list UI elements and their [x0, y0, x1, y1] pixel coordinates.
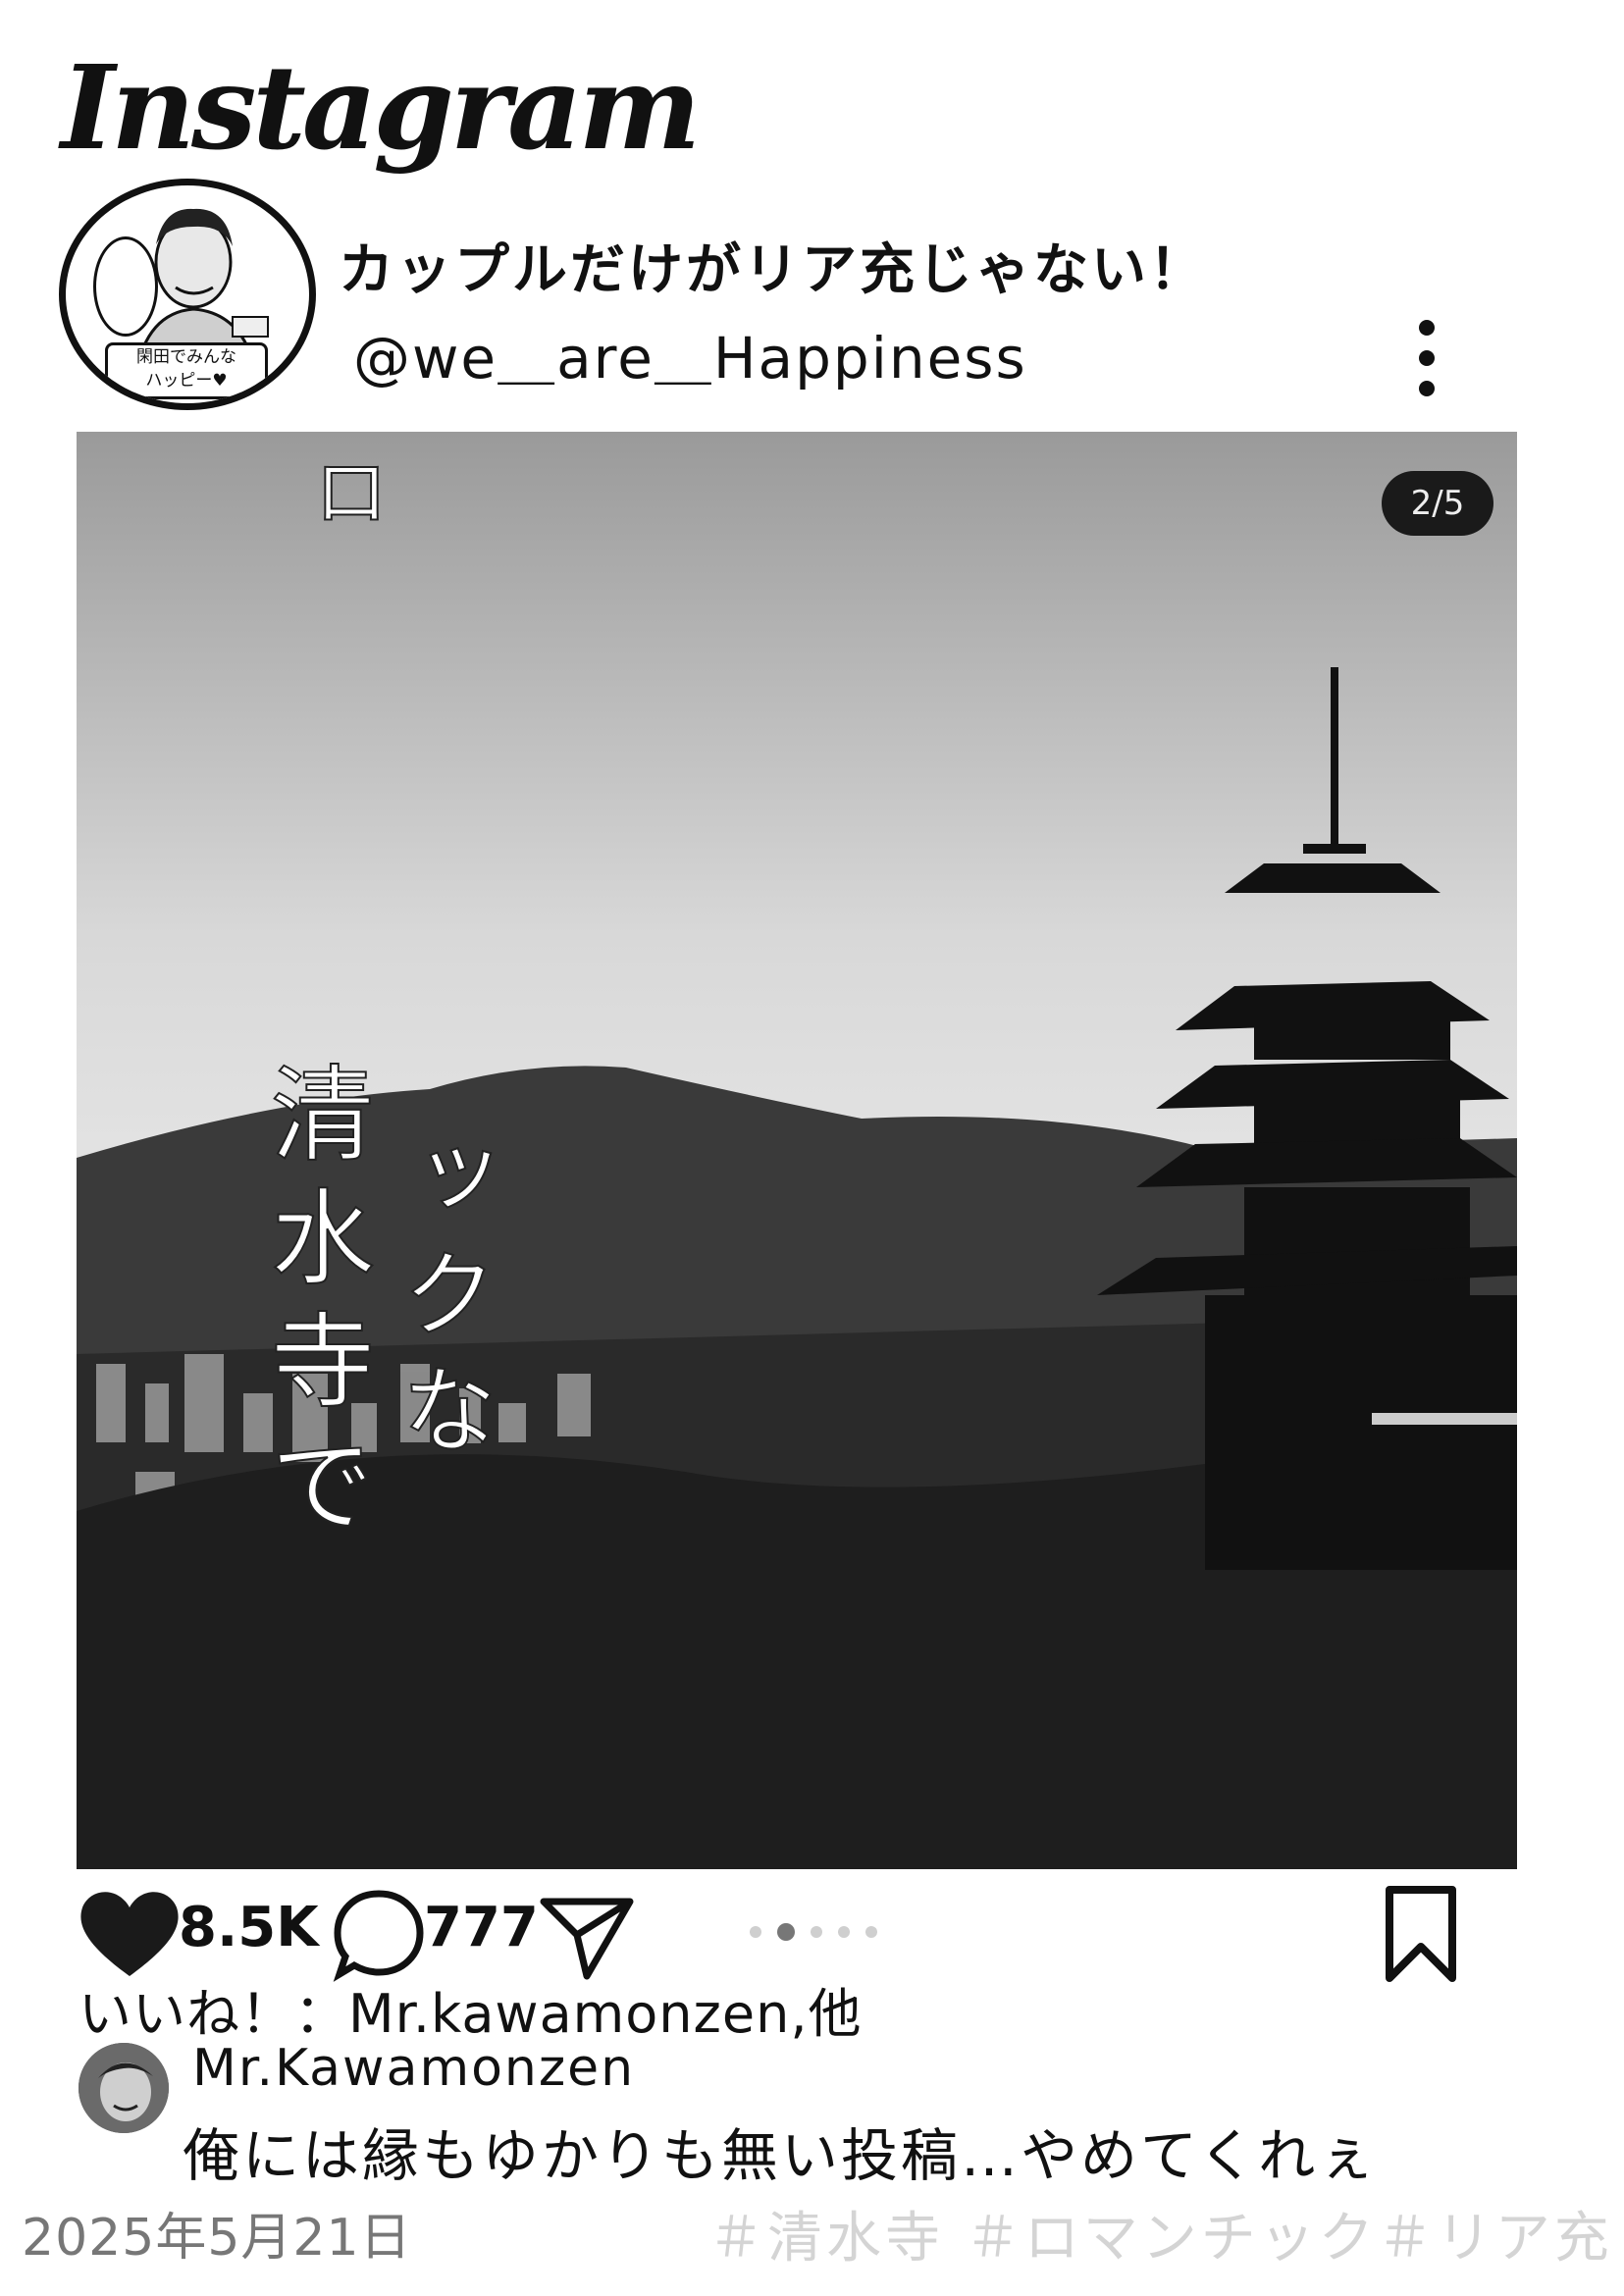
comments-count[interactable]: 777 [424, 1896, 539, 1959]
carousel-dot [777, 1923, 795, 1941]
carousel-indicator [750, 1923, 877, 1941]
heart-icon[interactable] [77, 1886, 183, 1980]
image-counter: 2/5 [1382, 471, 1493, 536]
carousel-dot [811, 1926, 822, 1938]
bookmark-icon[interactable] [1382, 1884, 1460, 1984]
carousel-dot [838, 1926, 850, 1938]
avatar-speech-bubble [93, 236, 158, 337]
more-dot [1419, 320, 1435, 336]
overlay-text-col-a: ックな [384, 1127, 498, 1477]
instagram-logo: Instagram [61, 39, 701, 176]
overlay-text-col-c: ロ [298, 450, 392, 550]
overlay-text-col-b: 清水寺で [252, 1059, 375, 1555]
carousel-dot [865, 1926, 877, 1938]
commenter-face-icon [79, 2043, 169, 2133]
profile-title: カップルだけがリア充じゃない！ [339, 238, 1207, 302]
post-image[interactable]: 2/5 ロ ックな 清水寺で [77, 432, 1517, 1869]
post-date: 2025年5月21日 [22, 2209, 412, 2268]
more-dot [1419, 350, 1435, 366]
hashtags[interactable]: ＃清水寺 ＃ロマンチック＃リア充 [708, 2194, 1613, 2273]
more-dot [1419, 381, 1435, 396]
temple-railing [1372, 1413, 1517, 1425]
commenter-avatar[interactable] [79, 2043, 169, 2133]
profile-avatar[interactable]: 閑田でみんな ハッピー♥ [59, 179, 316, 410]
avatar-banner-line2: ハッピー♥ [145, 371, 228, 391]
more-vertical-icon[interactable] [1417, 320, 1437, 396]
carousel-dot [750, 1926, 761, 1938]
avatar-banner-line1: 閑田でみんな [136, 347, 236, 367]
comment-text: 俺には縁もゆかりも無い投稿…やめてくれぇ [183, 2122, 1379, 2189]
liked-by-line[interactable]: いいね！：Mr.kawamonzen,他 [79, 1970, 863, 2048]
profile-handle[interactable]: @we＿are＿Happiness [353, 312, 1027, 394]
likes-count[interactable]: 8.5K [179, 1896, 319, 1959]
comment-bubble-icon[interactable] [330, 1884, 428, 1982]
commenter-name[interactable]: Mr.Kawamonzen [192, 2039, 635, 2098]
avatar-banner: 閑田でみんな ハッピー♥ [105, 342, 268, 399]
paper-plane-icon[interactable] [538, 1892, 636, 1982]
